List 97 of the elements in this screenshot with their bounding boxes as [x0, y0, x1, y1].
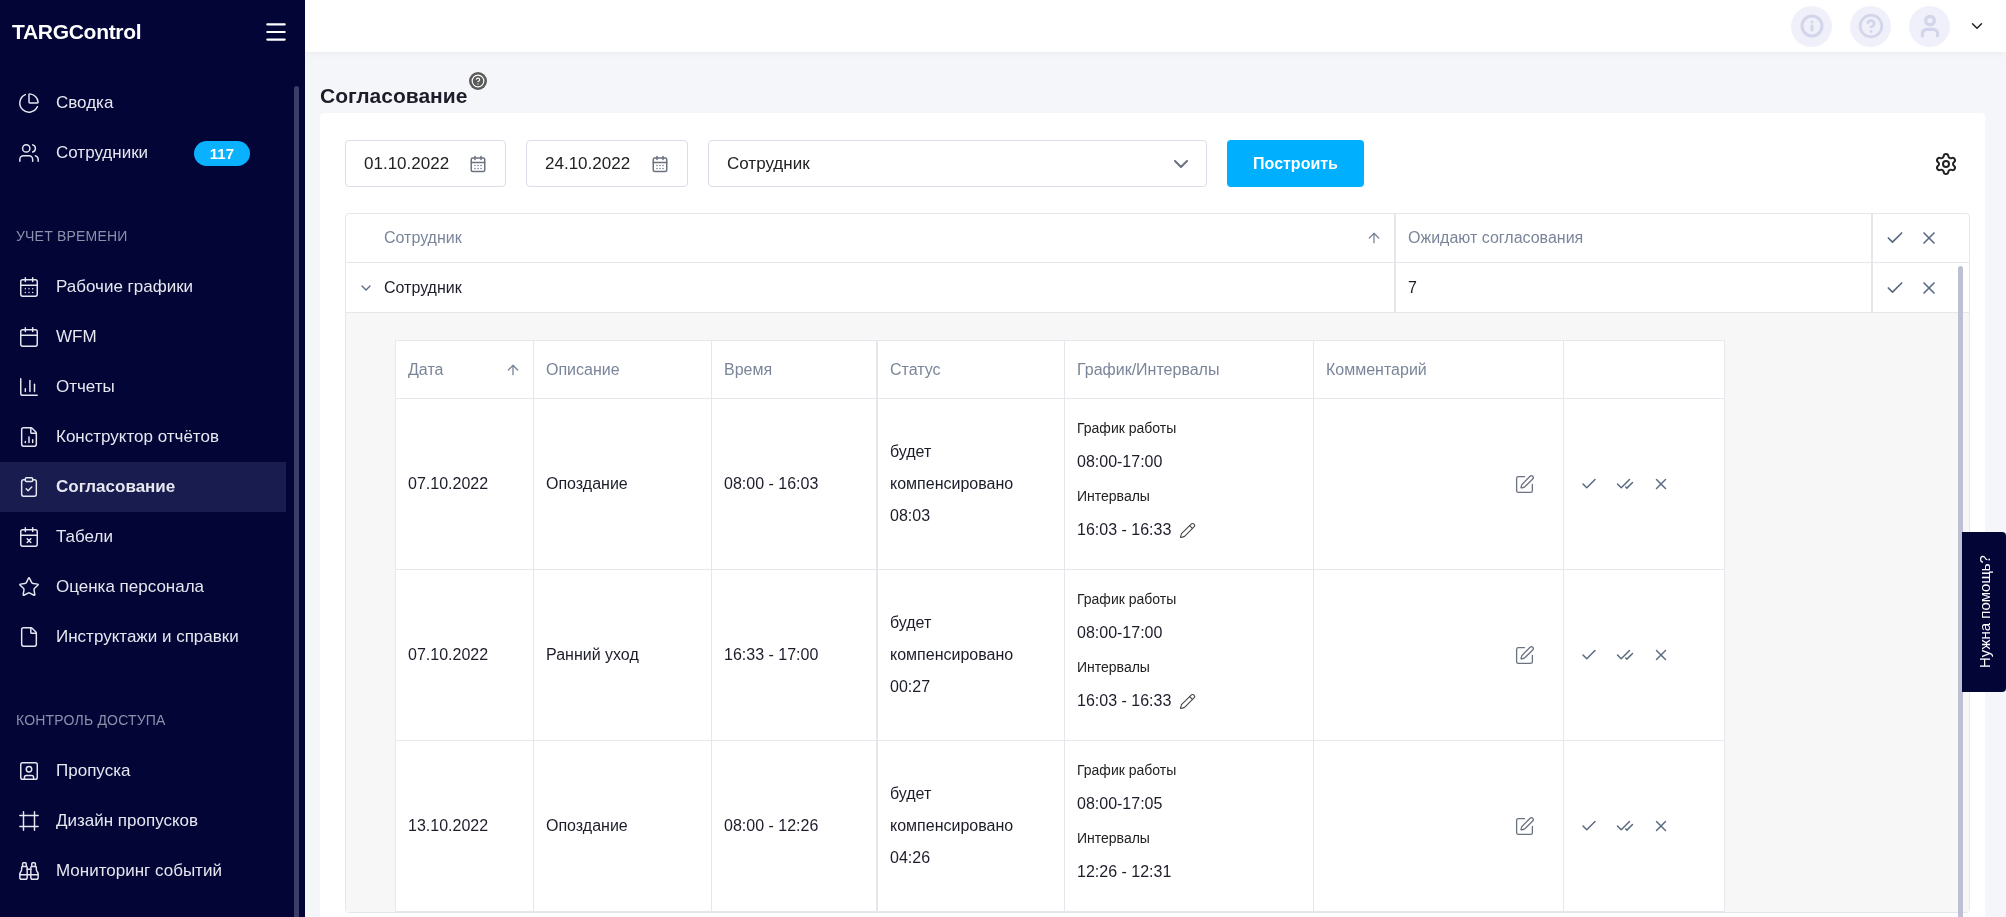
schedule-label: График работы	[1077, 419, 1178, 438]
status-text: будет компенсировано 08:03	[890, 442, 1015, 526]
app-logo: TARGControl	[12, 20, 142, 44]
sidebar-item-label: Согласование	[56, 477, 176, 497]
employee-select[interactable]: Сотрудник	[708, 140, 1207, 187]
table-cell-text: 08:00 - 12:26	[724, 817, 820, 835]
calendar-icon	[469, 154, 487, 173]
clipboard-check-icon	[18, 476, 40, 498]
status-text: будет компенсировано 00:27	[890, 613, 1015, 697]
sort-up-icon[interactable]	[1366, 230, 1382, 246]
column-header[interactable]: Ожидают согласования	[1408, 229, 1584, 247]
section-heading: КОНТРОЛЬ ДОСТУПА	[15, 711, 167, 730]
edit-comment-icon[interactable]	[1514, 644, 1535, 666]
intervals-label: Интервалы	[1077, 487, 1151, 506]
schedule-time: 08:00-17:05	[1077, 794, 1164, 814]
calendar-icon	[651, 154, 669, 173]
table-cell-text: 07.10.2022	[408, 646, 490, 664]
scrollbar[interactable]	[1958, 266, 1963, 917]
table-cell-text: 13.10.2022	[408, 817, 490, 835]
sidebar-item[interactable]: Оценка персонала	[0, 562, 286, 612]
calendar-icon	[18, 276, 40, 298]
star-icon	[18, 576, 40, 598]
interval-time: 16:03 - 16:33	[1077, 520, 1172, 540]
people-icon	[18, 142, 40, 164]
chart-document-icon	[18, 426, 40, 448]
edit-icon[interactable]	[1179, 521, 1197, 539]
column-header[interactable]: Дата	[408, 360, 444, 379]
sidebar-item-label: Конструктор отчётов	[56, 427, 219, 447]
sidebar-item-label: Отчеты	[56, 377, 115, 397]
column-header[interactable]: Комментарий	[1326, 360, 1427, 379]
table-cell: 7	[1408, 278, 1417, 297]
status-text: будет компенсировано 04:26	[890, 784, 1015, 868]
sidebar-item[interactable]: WFM	[0, 312, 286, 362]
binoculars-icon	[18, 860, 40, 882]
frame-icon	[18, 810, 40, 832]
schedule-time: 08:00-17:00	[1077, 623, 1164, 643]
sidebar-item-label: WFM	[56, 327, 97, 347]
table-cell-text: Опоздание	[546, 475, 629, 493]
edit-comment-icon[interactable]	[1514, 473, 1535, 495]
column-header[interactable]: График/Интервалы	[1077, 360, 1220, 379]
scrollbar[interactable]	[294, 86, 299, 917]
intervals-label: Интервалы	[1077, 658, 1151, 677]
column-header[interactable]: Сотрудник	[384, 229, 462, 247]
section-heading: УЧЕТ ВРЕМЕНИ	[15, 227, 129, 246]
schedule-label: График работы	[1077, 761, 1178, 780]
sidebar-item[interactable]: Инструктажи и справки	[0, 612, 286, 662]
sidebar-item[interactable]: Конструктор отчётов	[0, 412, 286, 462]
help-icon	[1857, 13, 1884, 39]
document-icon	[18, 626, 40, 648]
sidebar-item-label: Табели	[56, 527, 113, 547]
table-cell: Сотрудник	[384, 278, 462, 297]
interval-time: 16:03 - 16:33	[1077, 691, 1172, 711]
table-cell-text: 08:00 - 16:03	[724, 475, 820, 493]
sidebar-item[interactable]: Отчеты	[0, 362, 286, 412]
sidebar-item[interactable]: Табели	[0, 512, 286, 562]
chevron-down-icon	[1174, 159, 1188, 168]
calendar-x-icon	[18, 526, 40, 548]
date-field[interactable]: 01.10.2022	[345, 140, 506, 187]
sidebar-item-label: Рабочие графики	[56, 277, 194, 297]
sidebar-item[interactable]: Рабочие графики	[0, 262, 286, 312]
sidebar-item[interactable]: Пропуска	[0, 746, 286, 796]
table-cell-text: 16:33 - 17:00	[724, 646, 820, 664]
table-cell-text: Ранний уход	[546, 646, 640, 664]
table-cell-text: 07.10.2022	[408, 475, 490, 493]
sidebar-item[interactable]: Сводка	[0, 78, 286, 128]
intervals-label: Интервалы	[1077, 829, 1151, 848]
sidebar-item[interactable]: Сотрудники 117	[0, 128, 286, 178]
help-icon[interactable]	[469, 72, 488, 90]
help-tab[interactable]: Нужна помощь?	[1962, 532, 2006, 692]
pie-chart-icon	[18, 92, 40, 114]
sidebar-item-label: Мониторинг событий	[56, 861, 222, 881]
sidebar-item[interactable]: Дизайн пропусков	[0, 796, 286, 846]
column-header[interactable]: Описание	[546, 360, 620, 379]
calendar-icon	[18, 326, 40, 348]
interval-time: 12:26 - 12:31	[1077, 862, 1172, 882]
sidebar-item-label: Инструктажи и справки	[56, 627, 239, 647]
date-field[interactable]: 24.10.2022	[526, 140, 688, 187]
edit-icon[interactable]	[1179, 692, 1197, 710]
sidebar-item-label: Оценка персонала	[56, 577, 205, 597]
bar-chart-icon	[18, 376, 40, 398]
table-cell-text: Опоздание	[546, 817, 629, 835]
sidebar-item[interactable]: Мониторинг событий	[0, 846, 286, 896]
sidebar-item[interactable]: Согласование	[0, 462, 286, 512]
sidebar-item-label: Дизайн пропусков	[56, 811, 199, 831]
column-header[interactable]: Время	[724, 360, 773, 379]
info-icon	[1799, 14, 1824, 38]
sidebar-item-label: Пропуска	[56, 761, 131, 781]
id-card-icon	[18, 760, 40, 782]
count-badge: 117	[193, 140, 250, 166]
sidebar-item-label: Сотрудники	[56, 143, 149, 163]
settings-icon[interactable]	[1934, 151, 1958, 176]
schedule-label: График работы	[1077, 590, 1178, 609]
sidebar-item-label: Сводка	[56, 93, 114, 113]
column-header[interactable]: Статус	[890, 360, 941, 379]
schedule-time: 08:00-17:00	[1077, 452, 1164, 472]
edit-comment-icon[interactable]	[1514, 815, 1535, 837]
page-title: Согласование	[320, 84, 468, 108]
